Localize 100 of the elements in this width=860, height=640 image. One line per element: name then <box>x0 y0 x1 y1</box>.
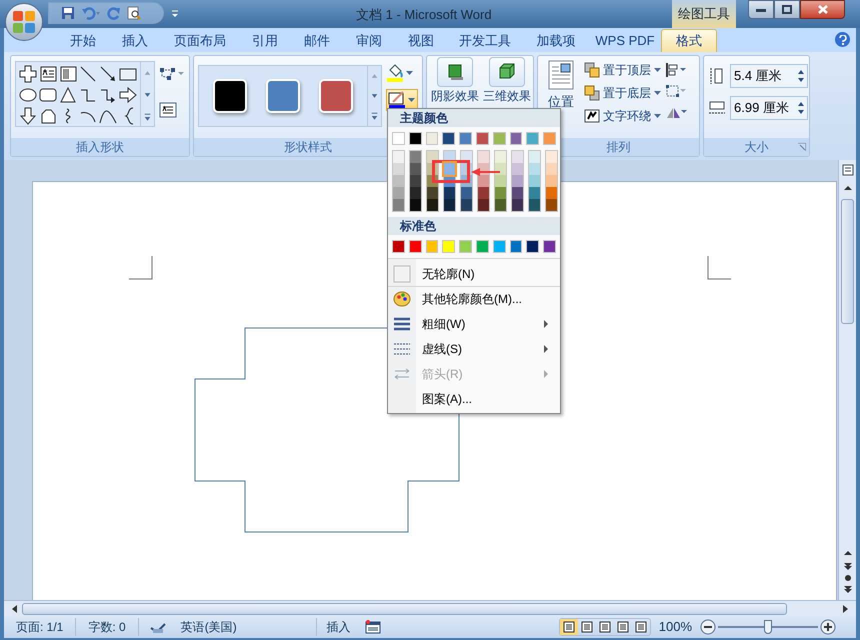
height-field[interactable]: 5.4 厘米 <box>730 64 808 88</box>
color-swatch[interactable] <box>461 199 472 211</box>
close-button[interactable] <box>800 0 845 19</box>
shape-fill-button[interactable] <box>386 63 416 83</box>
language-status[interactable]: 英语(美国) <box>166 618 317 636</box>
color-swatch[interactable] <box>442 240 456 253</box>
color-swatch[interactable] <box>444 187 455 199</box>
color-swatch[interactable] <box>426 240 438 253</box>
color-swatch[interactable] <box>529 151 540 163</box>
color-swatch[interactable] <box>410 151 421 163</box>
zoom-in-icon[interactable] <box>820 619 836 635</box>
spinner-arrows-icon[interactable] <box>797 68 805 84</box>
scrollbar-thumb[interactable] <box>841 199 854 324</box>
zoom-slider-track[interactable] <box>718 619 818 635</box>
help-icon[interactable] <box>835 32 850 47</box>
color-swatch[interactable] <box>459 240 472 253</box>
maximize-button[interactable] <box>774 0 800 19</box>
color-swatch[interactable] <box>543 240 556 253</box>
color-swatch[interactable] <box>543 132 556 145</box>
ribbon-tab[interactable]: 开发工具 <box>447 29 523 52</box>
color-swatch[interactable] <box>478 199 489 211</box>
menu-item[interactable]: 无轮廓(N) <box>388 261 560 286</box>
group-icon[interactable] <box>665 83 687 99</box>
color-swatch[interactable] <box>529 199 540 211</box>
office-button[interactable] <box>5 3 43 41</box>
color-swatch[interactable] <box>410 163 421 175</box>
scroll-left-icon[interactable] <box>10 604 20 614</box>
effect-button[interactable]: 阴影效果 <box>431 57 479 103</box>
color-swatch[interactable] <box>478 187 489 199</box>
color-swatch[interactable] <box>510 240 522 253</box>
macro-icon[interactable] <box>364 620 381 634</box>
color-swatch[interactable] <box>546 199 557 211</box>
shape-style-swatch[interactable] <box>266 79 300 113</box>
color-swatch[interactable] <box>546 187 557 199</box>
print-preview-icon[interactable] <box>127 6 141 20</box>
redo-icon[interactable] <box>107 6 121 20</box>
color-swatch[interactable] <box>444 163 455 175</box>
scroll-right-icon[interactable] <box>840 604 850 614</box>
color-swatch[interactable] <box>459 132 472 145</box>
color-swatch[interactable] <box>495 187 506 199</box>
color-swatch[interactable] <box>410 175 421 187</box>
color-swatch[interactable] <box>526 240 540 253</box>
right-arrow-icon[interactable] <box>118 85 138 105</box>
color-swatch[interactable] <box>410 199 421 211</box>
position-button[interactable]: 位置 <box>542 60 580 112</box>
color-swatch[interactable] <box>408 132 422 145</box>
color-swatch[interactable] <box>512 151 523 163</box>
color-swatch[interactable] <box>492 132 506 145</box>
print-layout-icon[interactable] <box>560 619 578 635</box>
shape-style-swatch[interactable] <box>319 79 354 113</box>
color-swatch[interactable] <box>529 175 540 187</box>
undo-icon[interactable] <box>81 6 101 20</box>
color-swatch[interactable] <box>392 240 405 253</box>
color-swatch[interactable] <box>512 163 523 175</box>
color-swatch[interactable] <box>495 175 506 187</box>
ribbon-tab[interactable]: 页面布局 <box>161 29 239 52</box>
color-swatch[interactable] <box>512 199 523 211</box>
color-swatch[interactable] <box>427 199 438 211</box>
triangle-icon[interactable] <box>58 85 78 105</box>
color-swatch[interactable] <box>512 187 523 199</box>
ribbon-tab[interactable]: 引用 <box>239 29 291 52</box>
edit-shape-icon[interactable] <box>159 66 185 80</box>
ribbon-tab[interactable]: 格式 <box>661 29 717 52</box>
text-box-icon[interactable] <box>38 64 58 84</box>
color-swatch[interactable] <box>392 132 405 145</box>
ruler-icon[interactable] <box>840 163 854 177</box>
zoom-level[interactable]: 100% <box>650 617 700 637</box>
ribbon-tab[interactable]: 邮件 <box>291 29 343 52</box>
menu-item[interactable]: 图案(A)... <box>388 386 560 411</box>
line-icon[interactable] <box>78 64 98 84</box>
arrow-line-icon[interactable] <box>98 64 118 84</box>
scrollbar-thumb[interactable] <box>22 602 787 614</box>
align-icon[interactable] <box>665 62 687 78</box>
color-swatch[interactable] <box>478 151 489 163</box>
menu-item[interactable]: 虚线(S) <box>388 336 560 361</box>
ribbon-tab[interactable]: 视图 <box>395 29 447 52</box>
save-icon[interactable] <box>61 6 75 20</box>
menu-item[interactable]: 粗细(W) <box>388 311 560 336</box>
color-swatch[interactable] <box>393 175 404 187</box>
ribbon-tab[interactable]: 加载项 <box>523 29 589 52</box>
color-swatch[interactable] <box>444 199 455 211</box>
color-swatch[interactable] <box>529 187 540 199</box>
color-swatch[interactable] <box>427 187 438 199</box>
color-swatch[interactable] <box>546 151 557 163</box>
color-swatch[interactable] <box>526 132 540 145</box>
effect-button[interactable]: 三维效果 <box>483 57 531 103</box>
color-swatch[interactable] <box>495 199 506 211</box>
arrange-item[interactable]: 文字环绕 <box>584 106 661 126</box>
color-swatch[interactable] <box>510 132 522 145</box>
color-swatch[interactable] <box>410 187 421 199</box>
dialog-launcher-icon[interactable] <box>798 143 806 151</box>
color-swatch[interactable] <box>476 240 489 253</box>
color-swatch[interactable] <box>546 175 557 187</box>
spinner-arrows-icon[interactable] <box>797 100 805 116</box>
customize-icon[interactable] <box>170 9 180 19</box>
vertical-text-box-icon[interactable] <box>58 64 78 84</box>
arrange-item[interactable]: 置于底层 <box>584 83 661 103</box>
insert-mode[interactable]: 插入 <box>316 618 365 636</box>
minimize-button[interactable] <box>748 0 774 19</box>
color-swatch[interactable] <box>393 163 404 175</box>
